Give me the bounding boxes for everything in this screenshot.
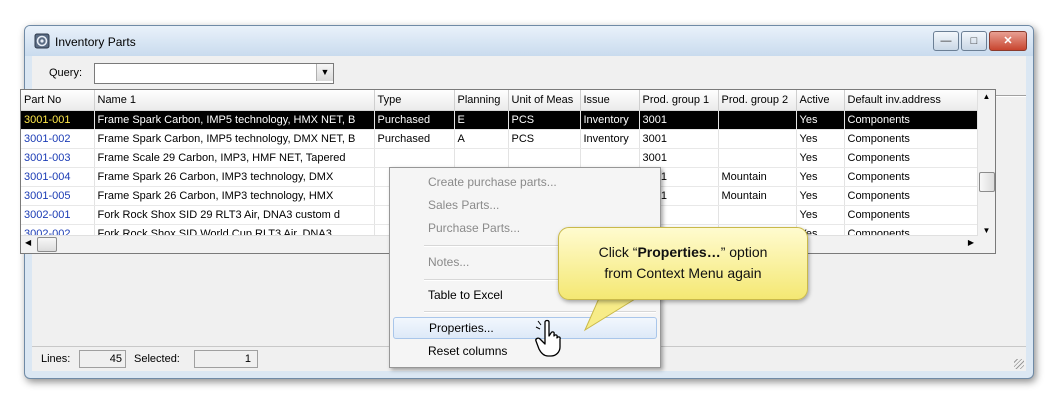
maximize-icon: □ <box>970 35 978 47</box>
inv-address-cell: Components <box>844 186 979 206</box>
unit-cell: PCS <box>508 110 581 130</box>
close-icon: ✕ <box>1003 35 1013 47</box>
menu-item-create-purchase-parts[interactable]: Create purchase parts... <box>393 171 657 193</box>
callout-line-2: from Context Menu again <box>604 265 762 281</box>
resize-grip-icon[interactable] <box>1014 359 1024 369</box>
query-dropdown[interactable]: ▼ <box>94 63 334 84</box>
table-row[interactable]: 3001-002 Frame Spark Carbon, IMP5 technol… <box>21 129 979 149</box>
query-label: Query: <box>49 67 83 79</box>
issue-cell: Inventory <box>580 110 640 130</box>
col-header[interactable]: Prod. group 2 <box>718 90 797 111</box>
col-header[interactable]: Default inv.address <box>844 90 979 111</box>
hand-cursor-icon <box>535 319 561 357</box>
menu-separator <box>424 311 656 313</box>
inv-address-cell: Components <box>844 205 979 225</box>
active-cell: Yes <box>796 186 845 206</box>
part-no-cell[interactable]: 3001-005 <box>21 186 95 206</box>
planning-cell <box>454 148 509 168</box>
prod-group-2-cell <box>718 129 797 149</box>
issue-cell: Inventory <box>580 129 640 149</box>
inv-address-cell: Components <box>844 148 979 168</box>
part-no-cell[interactable]: 3002-001 <box>21 205 95 225</box>
table-row[interactable]: 3001-003 Frame Scale 29 Carbon, IMP3, HMF… <box>21 148 979 168</box>
callout-line-1: Click “Properties…” option <box>559 242 807 263</box>
table-row[interactable]: 3001-001 Frame Spark Carbon, IMP5 technol… <box>21 110 979 130</box>
callout-pre: Click “ <box>598 244 638 260</box>
col-header[interactable]: Planning <box>454 90 509 111</box>
window-title: Inventory Parts <box>55 35 136 49</box>
part-no-cell[interactable]: 3001-003 <box>21 148 95 168</box>
scroll-down-icon[interactable]: ▼ <box>978 226 995 235</box>
vertical-scrollbar[interactable]: ▲ ▼ <box>977 90 995 253</box>
header-row: Part No Name 1 Type Planning Unit of Mea… <box>21 90 979 111</box>
name-cell: Frame Spark Carbon, IMP5 technology, HMX… <box>94 110 375 130</box>
name-cell: Fork Rock Shox SID 29 RLT3 Air, DNA3 cus… <box>94 205 375 225</box>
col-header[interactable]: Type <box>374 90 455 111</box>
callout-post: ” option <box>720 244 768 260</box>
unit-cell: PCS <box>508 129 581 149</box>
active-cell: Yes <box>796 129 845 149</box>
type-cell <box>374 148 455 168</box>
prod-group-2-cell <box>718 110 797 130</box>
issue-cell <box>580 148 640 168</box>
name-cell: Frame Spark 26 Carbon, IMP3 technology, … <box>94 167 375 187</box>
menu-item-reset-columns[interactable]: Reset columns <box>393 340 657 362</box>
active-cell: Yes <box>796 148 845 168</box>
scroll-thumb-horizontal[interactable] <box>37 237 57 252</box>
selected-label: Selected: <box>134 353 180 365</box>
prod-group-2-cell: Mountain <box>718 186 797 206</box>
scroll-left-icon[interactable]: ◀ <box>25 238 31 247</box>
minimize-icon: — <box>940 35 952 47</box>
prod-group-2-cell <box>718 148 797 168</box>
name-cell: Frame Scale 29 Carbon, IMP3, HMF NET, Ta… <box>94 148 375 168</box>
prod-group-2-cell: Mountain <box>718 167 797 187</box>
instruction-callout: Click “Properties…” option from Context … <box>558 227 808 300</box>
part-no-cell[interactable]: 3001-004 <box>21 167 95 187</box>
selected-count: 1 <box>194 350 258 368</box>
part-no-cell[interactable]: 3001-001 <box>21 110 95 130</box>
name-cell: Frame Spark 26 Carbon, IMP3 technology, … <box>94 186 375 206</box>
name-cell: Frame Spark Carbon, IMP5 technology, DMX… <box>94 129 375 149</box>
menu-item-properties[interactable]: Properties... <box>393 317 657 339</box>
col-header[interactable]: Part No <box>21 90 95 111</box>
inv-address-cell: Components <box>844 129 979 149</box>
callout-bold: Properties… <box>637 244 721 260</box>
active-cell: Yes <box>796 167 845 187</box>
scroll-thumb[interactable] <box>979 172 995 192</box>
col-header[interactable]: Active <box>796 90 845 111</box>
inv-address-cell: Components <box>844 110 979 130</box>
planning-cell: E <box>454 110 509 130</box>
col-header[interactable]: Unit of Meas <box>508 90 581 111</box>
type-cell: Purchased <box>374 110 455 130</box>
menu-item-sales-parts[interactable]: Sales Parts... <box>393 194 657 216</box>
minimize-button[interactable]: — <box>933 31 959 51</box>
chevron-down-icon[interactable]: ▼ <box>316 64 333 81</box>
unit-cell <box>508 148 581 168</box>
app-icon <box>34 33 50 49</box>
title-bar[interactable]: Inventory Parts — □ ✕ <box>25 26 1033 56</box>
type-cell: Purchased <box>374 129 455 149</box>
prod-group-1-cell: 3001 <box>639 148 719 168</box>
lines-label: Lines: <box>41 353 71 365</box>
inv-address-cell: Components <box>844 167 979 187</box>
scroll-right-icon[interactable]: ▶ <box>968 238 974 247</box>
maximize-button[interactable]: □ <box>961 31 987 51</box>
close-button[interactable]: ✕ <box>989 31 1027 51</box>
col-header[interactable]: Name 1 <box>94 90 375 111</box>
col-header[interactable]: Issue <box>580 90 640 111</box>
part-no-cell[interactable]: 3001-002 <box>21 129 95 149</box>
col-header[interactable]: Prod. group 1 <box>639 90 719 111</box>
lines-count: 45 <box>79 350 126 368</box>
prod-group-2-cell <box>718 205 797 225</box>
planning-cell: A <box>454 129 509 149</box>
scroll-up-icon[interactable]: ▲ <box>978 92 995 101</box>
active-cell: Yes <box>796 205 845 225</box>
active-cell: Yes <box>796 110 845 130</box>
prod-group-1-cell: 3001 <box>639 110 719 130</box>
prod-group-1-cell: 3001 <box>639 129 719 149</box>
